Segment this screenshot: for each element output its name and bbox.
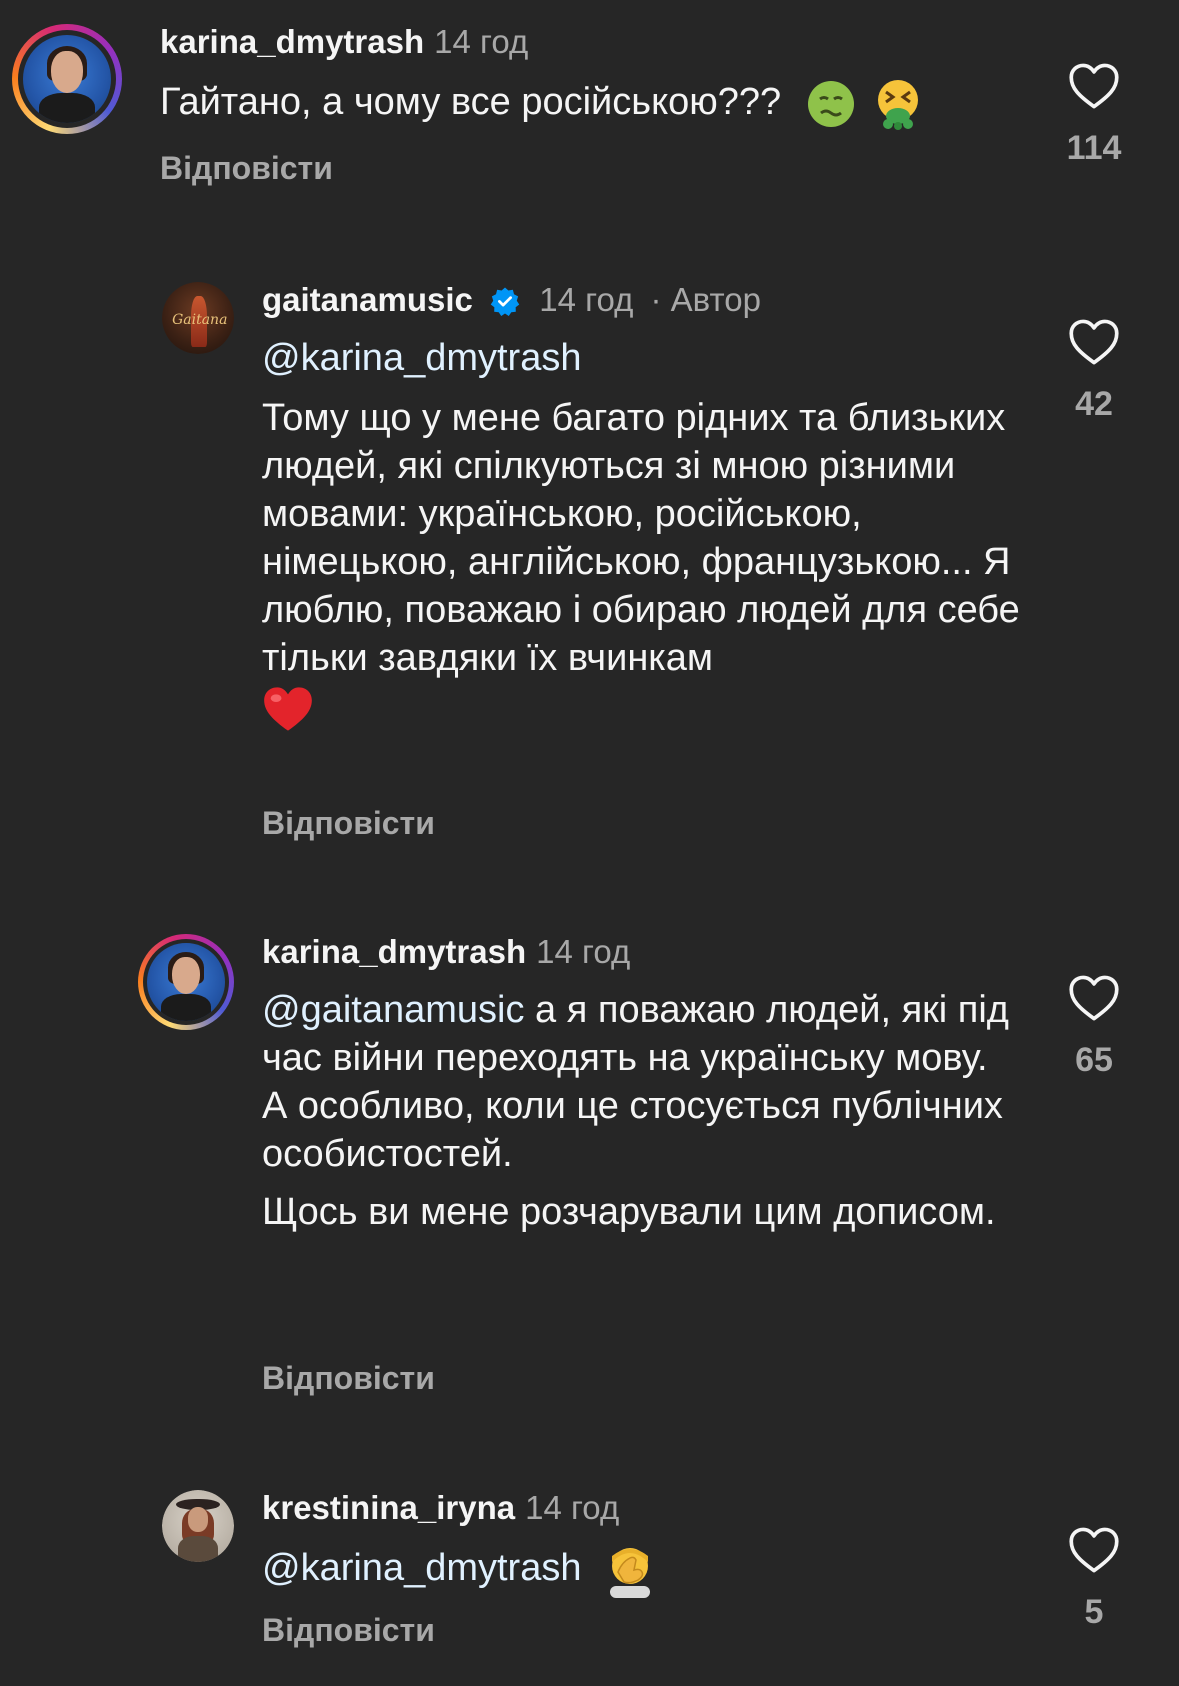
comment-username[interactable]: karina_dmytrash — [262, 933, 526, 970]
comment-body: @karina_dmytrash — [262, 1542, 658, 1598]
comment-username[interactable]: gaitanamusic — [262, 281, 473, 318]
like-control: 65 — [1044, 974, 1144, 1080]
comment-time: 14 год — [539, 281, 634, 318]
heart-outline-icon[interactable] — [1068, 1526, 1120, 1574]
reply-button[interactable]: Відповісти — [262, 1612, 435, 1649]
face-palm-icon — [610, 1548, 651, 1598]
reply-button[interactable]: Відповісти — [262, 1360, 435, 1397]
heart-outline-icon[interactable] — [1068, 62, 1120, 110]
avatar-krestinina[interactable] — [162, 1490, 234, 1562]
reply-button[interactable]: Відповісти — [262, 805, 435, 842]
avatar-karina[interactable] — [12, 24, 122, 134]
comment-text: Гайтано, а чому все російською??? — [160, 81, 782, 124]
comment-username[interactable]: karina_dmytrash — [160, 23, 424, 60]
comment-time: 14 год — [434, 23, 529, 60]
comment-time: 14 год — [525, 1489, 620, 1526]
like-count: 42 — [1075, 385, 1113, 423]
red-heart-icon — [264, 687, 312, 731]
comment-body: Гайтано, а чому все російською??? — [160, 78, 924, 130]
comment-username[interactable]: krestinina_iryna — [262, 1489, 515, 1526]
verified-badge-icon — [490, 287, 520, 316]
like-control: 114 — [1044, 62, 1144, 168]
heart-outline-icon[interactable] — [1068, 974, 1120, 1022]
comment-body: @gaitanamusic а я поважаю людей, які під… — [262, 986, 1022, 1236]
avatar-gaitanamusic[interactable]: Gaitana — [162, 282, 234, 354]
avatar-karina[interactable] — [138, 934, 234, 1030]
face-vomiting-icon — [878, 80, 919, 130]
comment-mention[interactable]: @gaitanamusic — [262, 989, 524, 1031]
comment-text-2: Щось ви мене розчарували цим дописом. — [262, 1191, 996, 1233]
comment-time: 14 год — [536, 933, 631, 970]
heart-outline-icon[interactable] — [1068, 318, 1120, 366]
comment-mention[interactable]: @karina_dmytrash — [262, 334, 1022, 382]
like-control: 5 — [1044, 1526, 1144, 1632]
comment-body: @karina_dmytrash Тому що у мене багато р… — [262, 334, 1022, 733]
like-control: 42 — [1044, 318, 1144, 424]
comment-text: Тому що у мене багато рідних та близьких… — [262, 397, 1020, 679]
comment-mention[interactable]: @karina_dmytrash — [262, 1547, 581, 1589]
nauseated-face-icon — [807, 81, 854, 127]
like-count: 65 — [1075, 1041, 1113, 1079]
like-count: 114 — [1066, 129, 1122, 167]
reply-button[interactable]: Відповісти — [160, 150, 333, 187]
like-count: 5 — [1084, 1593, 1104, 1631]
author-tag: · Автор — [650, 281, 761, 318]
